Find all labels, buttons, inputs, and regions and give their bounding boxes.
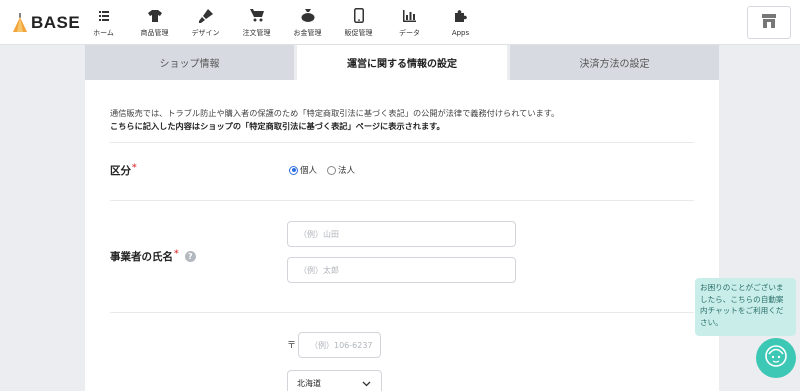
category-label: 区分 * [110, 163, 137, 178]
business-name-label-text: 事業者の氏名 [110, 251, 173, 263]
radio-individual-label: 個人 [300, 166, 318, 176]
phone-icon [353, 8, 364, 24]
chevron-down-icon [362, 380, 371, 389]
logo-mark-icon [12, 13, 28, 33]
business-name-label: 事業者の氏名 * ? [110, 249, 196, 264]
radio-individual[interactable]: 個人 [289, 164, 317, 176]
main-nav: ホーム 商品管理 デザイン 注文管理 お金管理 販促管理 データ Apps [78, 0, 486, 45]
home-icon [98, 8, 110, 24]
tab-payment-settings[interactable]: 決済方法の設定 [510, 45, 719, 80]
prefecture-select[interactable]: 北海道 [287, 370, 382, 391]
radio-corporation-label: 法人 [338, 166, 356, 176]
postal-code-input[interactable] [298, 332, 381, 358]
nav-item-orders[interactable]: 注文管理 [231, 0, 282, 45]
puzzle-icon [454, 9, 467, 25]
radio-corporation[interactable]: 法人 [327, 164, 355, 176]
nav-item-design[interactable]: デザイン [180, 0, 231, 45]
chat-message-bubble[interactable]: お困りのことがございましたら、こちらの自動案内チャットをご利用ください。 [695, 278, 796, 336]
required-mark: * [174, 248, 179, 259]
first-name-input[interactable] [287, 257, 516, 283]
shop-menu-button[interactable] [747, 6, 791, 39]
brush-icon [198, 8, 213, 24]
chat-open-button[interactable] [756, 338, 796, 378]
postal-mark: 〒 [287, 341, 297, 351]
required-mark: * [132, 162, 137, 173]
nav-item-promotion[interactable]: 販促管理 [333, 0, 384, 45]
top-header: BASE ホーム 商品管理 デザイン 注文管理 お金管理 販促管理 データ Ap… [0, 0, 800, 45]
notice-line-2: こちらに記入した内容はショップの「特定商取引法に基づく表記」ページに表示されます… [110, 121, 445, 131]
divider [110, 312, 694, 313]
shop-icon [761, 13, 777, 32]
nav-label: 商品管理 [140, 28, 169, 37]
category-radio-group: 個人 法人 [289, 164, 365, 176]
nav-item-home[interactable]: ホーム [78, 0, 129, 45]
nav-label: 注文管理 [242, 28, 271, 37]
cart-icon [249, 8, 264, 24]
help-icon[interactable]: ? [184, 251, 196, 262]
nav-label: Apps [451, 28, 470, 37]
settings-tabs: ショップ情報 運営に関する情報の設定 決済方法の設定 [85, 45, 719, 80]
bar-chart-icon [403, 8, 416, 24]
nav-label: デザイン [191, 28, 220, 37]
nav-item-data[interactable]: データ [384, 0, 435, 45]
category-label-text: 区分 [110, 165, 131, 177]
tab-operation-info[interactable]: 運営に関する情報の設定 [297, 45, 507, 80]
nav-label: ホーム [93, 28, 114, 37]
legal-notice: 通信販売では、トラブル防止や購入者の保護のため「特定商取引法に基づく表記」の公開… [110, 107, 700, 133]
chat-bot-icon [763, 343, 789, 373]
logo-text: BASE [31, 13, 81, 32]
nav-item-money[interactable]: お金管理 [282, 0, 333, 45]
radio-indicator-checked[interactable] [289, 165, 298, 175]
nav-label: データ [399, 28, 420, 37]
money-bag-icon [301, 8, 315, 24]
base-logo[interactable]: BASE [12, 10, 80, 36]
shirt-icon [147, 8, 162, 24]
last-name-input[interactable] [287, 221, 516, 247]
nav-label: お金管理 [293, 28, 322, 37]
settings-panel: 通信販売では、トラブル防止や購入者の保護のため「特定商取引法に基づく表記」の公開… [85, 80, 719, 391]
nav-label: 販促管理 [344, 28, 373, 37]
nav-item-products[interactable]: 商品管理 [129, 0, 180, 45]
divider [110, 200, 694, 201]
radio-indicator[interactable] [327, 165, 337, 175]
tab-shop-info[interactable]: ショップ情報 [85, 45, 294, 80]
notice-line-1: 通信販売では、トラブル防止や購入者の保護のため「特定商取引法に基づく表記」の公開… [110, 108, 560, 118]
nav-item-apps[interactable]: Apps [435, 0, 486, 45]
prefecture-value: 北海道 [297, 378, 321, 388]
divider [110, 142, 694, 143]
